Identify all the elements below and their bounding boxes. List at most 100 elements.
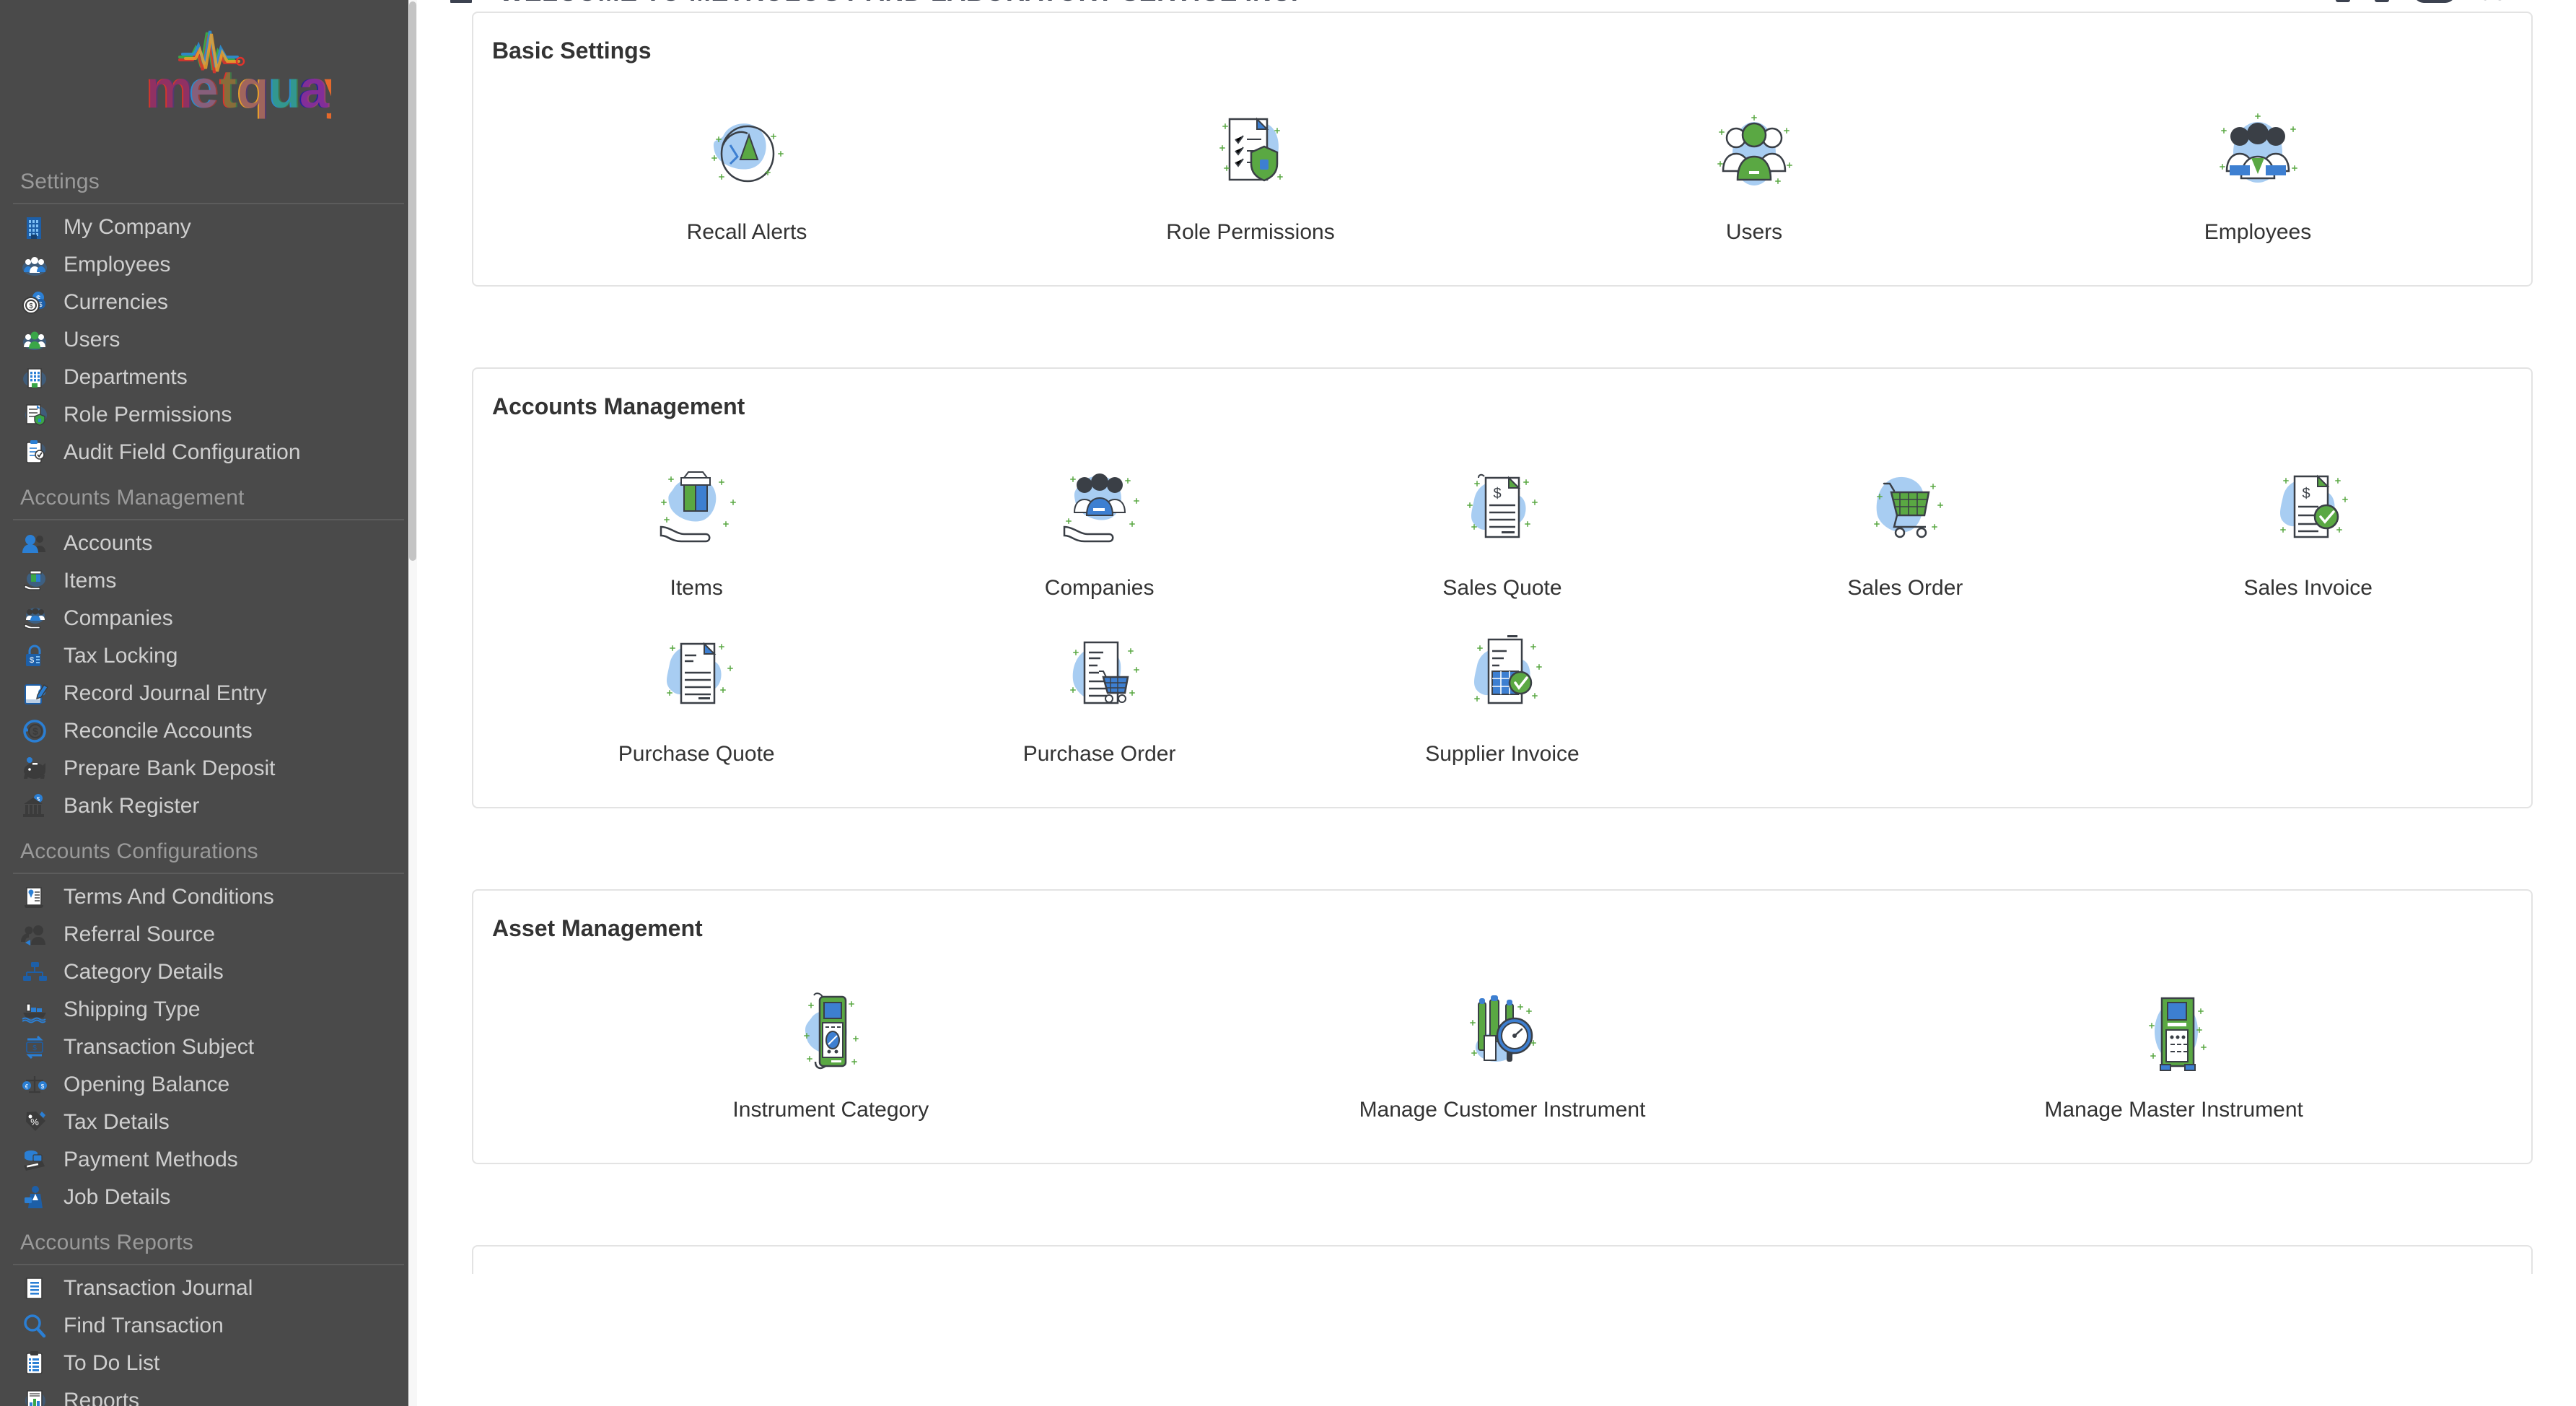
app-logo[interactable]: m m e e t t q q u u a a y: [0, 0, 417, 155]
piggy-bank-icon: [16, 753, 53, 785]
departments-icon: [16, 362, 53, 393]
tile-sales-invoice[interactable]: $ Sales Invoice: [2107, 442, 2510, 608]
sidebar-item-audit-field-configuration[interactable]: Audit Field Configuration: [0, 434, 417, 471]
sidebar-item-label: My Company: [63, 215, 191, 240]
sidebar-item-currencies[interactable]: $$$Currencies: [0, 284, 417, 321]
tax-lock-icon: $: [16, 640, 53, 672]
svg-text:%: %: [30, 1117, 39, 1127]
sidebar-item-label: Opening Balance: [63, 1073, 229, 1097]
tile-supplier-invoice[interactable]: Supplier Invoice: [1301, 608, 1704, 774]
tile-manage-master-instrument[interactable]: Manage Master Instrument: [1838, 964, 2510, 1130]
svg-text:$: $: [29, 302, 33, 310]
tile-label: Employees: [2204, 220, 2311, 245]
sidebar-item-reconcile-accounts[interactable]: $ Reconcile Accounts: [0, 712, 417, 750]
sidebar-nav: SettingsMy CompanyEmployees$$$Currencies…: [0, 155, 417, 1406]
sidebar-item-label: Reconcile Accounts: [63, 719, 253, 743]
ship-icon: [16, 994, 53, 1026]
sidebar-item-category-details[interactable]: Category Details: [0, 953, 417, 991]
sidebar-item-terms-and-conditions[interactable]: Terms And Conditions: [0, 878, 417, 916]
sidebar-item-transaction-journal[interactable]: Transaction Journal: [0, 1270, 417, 1307]
tile-instrument-category[interactable]: Instrument Category: [495, 964, 1167, 1130]
hamburger-icon[interactable]: [450, 0, 482, 4]
tile-items[interactable]: Items: [495, 442, 898, 608]
tile-recall-alerts[interactable]: Recall Alerts: [495, 86, 999, 252]
svg-text:€: €: [25, 1083, 29, 1090]
items-hand-icon: [16, 565, 53, 597]
avatar-icon[interactable]: [2414, 0, 2455, 3]
sidebar-item-referral-source[interactable]: Referral Source: [0, 916, 417, 953]
sidebar-item-job-details[interactable]: Job Details: [0, 1179, 417, 1216]
grid-icon-2[interactable]: [2375, 0, 2389, 2]
svg-text:$: $: [41, 1083, 45, 1090]
tile-label: Companies: [1045, 576, 1155, 601]
payment-card-icon: [16, 1144, 53, 1176]
tile-manage-customer-instrument[interactable]: Manage Customer Instrument: [1167, 964, 1839, 1130]
tile-label: Items: [670, 576, 723, 601]
sidebar: m m e e t t q q u u a a y: [0, 0, 417, 1406]
sidebar-divider: [13, 1264, 404, 1265]
sidebar-item-transaction-subject[interactable]: $Transaction Subject: [0, 1029, 417, 1066]
sidebar-item-items[interactable]: Items: [0, 562, 417, 600]
tile-purchase-quote[interactable]: Purchase Quote: [495, 608, 898, 774]
tile-users[interactable]: Users: [1502, 86, 2006, 252]
sidebar-item-opening-balance[interactable]: €$Opening Balance: [0, 1066, 417, 1104]
tile-companies[interactable]: Companies: [898, 442, 1300, 608]
svg-text:q: q: [237, 59, 270, 119]
sidebar-item-label: Companies: [63, 606, 173, 631]
sidebar-section-title: Accounts Reports: [0, 1216, 417, 1264]
tile-purchase-order[interactable]: Purchase Order: [898, 608, 1300, 774]
tile-sales-order[interactable]: Sales Order: [1704, 442, 2106, 608]
sidebar-item-label: Record Journal Entry: [63, 681, 267, 706]
sidebar-item-label: Tax Details: [63, 1110, 170, 1135]
sidebar-item-payment-methods[interactable]: Payment Methods: [0, 1141, 417, 1179]
role-permissions-icon: [16, 399, 53, 431]
sidebar-item-find-transaction[interactable]: Find Transaction: [0, 1307, 417, 1345]
instrument-meter-icon: [776, 979, 885, 1088]
sidebar-item-companies[interactable]: Companies: [0, 600, 417, 637]
tile-label: Sales Order: [1847, 576, 1963, 601]
sidebar-item-departments[interactable]: Departments: [0, 359, 417, 396]
svg-text:$: $: [30, 656, 34, 665]
sidebar-item-label: Accounts: [63, 531, 152, 556]
user-label[interactable]: admin: [2480, 0, 2547, 6]
sidebar-item-reports[interactable]: Reports: [0, 1382, 417, 1406]
sidebar-item-my-company[interactable]: My Company: [0, 209, 417, 246]
sidebar-item-accounts[interactable]: Accounts: [0, 525, 417, 562]
employees-icon: [16, 249, 53, 281]
balance-scale-icon: €$: [16, 1069, 53, 1101]
sidebar-item-label: Shipping Type: [63, 997, 201, 1022]
journal-book-icon: [16, 1272, 53, 1304]
category-tree-icon: [16, 956, 53, 988]
tile-label: Supplier Invoice: [1425, 742, 1579, 767]
sales-order-cart-icon: [1851, 458, 1959, 566]
sidebar-item-tax-locking[interactable]: $Tax Locking: [0, 637, 417, 675]
companies-people-hand-icon: [1046, 458, 1154, 566]
sidebar-item-employees[interactable]: Employees: [0, 246, 417, 284]
employees-group-icon: [2204, 102, 2312, 210]
tile-employees[interactable]: Employees: [2006, 86, 2510, 252]
sidebar-scrollbar-thumb[interactable]: [409, 1, 416, 561]
sidebar-item-bank-register[interactable]: $Bank Register: [0, 787, 417, 825]
sidebar-item-prepare-bank-deposit[interactable]: Prepare Bank Deposit: [0, 750, 417, 787]
sidebar-item-tax-details[interactable]: % Tax Details: [0, 1104, 417, 1141]
tile-role-permissions[interactable]: Role Permissions: [999, 86, 1502, 252]
sidebar-item-label: Currencies: [63, 290, 168, 315]
sidebar-item-role-permissions[interactable]: Role Permissions: [0, 396, 417, 434]
sidebar-item-to-do-list[interactable]: To Do List: [0, 1345, 417, 1382]
items-box-hand-icon: [642, 458, 750, 566]
svg-text:$: $: [32, 725, 38, 737]
role-permissions-doc-icon: [1196, 102, 1305, 210]
sidebar-item-record-journal-entry[interactable]: Record Journal Entry: [0, 675, 417, 712]
settings-card: Accounts Management Items Companies $: [472, 367, 2533, 808]
sidebar-item-label: Users: [63, 328, 120, 352]
sidebar-divider: [13, 203, 404, 204]
metquay-logo-icon: m m e e t t q q u u a a y: [86, 27, 331, 135]
sidebar-item-label: Audit Field Configuration: [63, 440, 301, 465]
grid-icon[interactable]: [2336, 0, 2350, 2]
sidebar-item-users[interactable]: Users: [0, 321, 417, 359]
tile-sales-quote[interactable]: $ Sales Quote: [1301, 442, 1704, 608]
sidebar-item-shipping-type[interactable]: Shipping Type: [0, 991, 417, 1029]
next-card-partial: [472, 1245, 2533, 1274]
job-person-icon: [16, 1182, 53, 1213]
svg-text:$: $: [32, 1044, 37, 1052]
